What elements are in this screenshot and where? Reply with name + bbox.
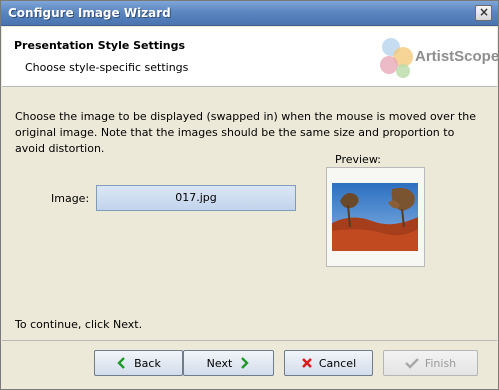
- image-select-button[interactable]: 017.jpg: [96, 185, 296, 211]
- preview-label: Preview:: [335, 153, 381, 166]
- cancel-button-label: Cancel: [318, 356, 357, 370]
- window-title: Configure Image Wizard: [8, 6, 171, 20]
- preview-box: [326, 167, 425, 267]
- next-button[interactable]: Next: [183, 350, 274, 376]
- cancel-button[interactable]: Cancel: [284, 350, 373, 376]
- finish-button-label: Finish: [424, 356, 457, 370]
- gears-logo-icon: [380, 38, 413, 78]
- wizard-window: Configure Image Wizard × Presentation St…: [0, 0, 499, 390]
- title-bar[interactable]: Configure Image Wizard ×: [1, 1, 498, 26]
- preview-image: [332, 183, 418, 251]
- x-cancel-icon: [301, 358, 312, 368]
- chevron-right-icon: [241, 357, 250, 369]
- close-icon: ×: [479, 5, 490, 19]
- next-button-label: Next: [206, 356, 233, 370]
- header-title: Presentation Style Settings: [14, 39, 186, 52]
- image-label: Image:: [51, 192, 90, 205]
- chevron-left-icon: [117, 357, 125, 369]
- finish-button[interactable]: Finish: [383, 350, 478, 376]
- content-area: Choose the image to be displayed (swappe…: [2, 88, 497, 340]
- logo-text: ArtistScope: [415, 48, 499, 65]
- continue-hint: To continue, click Next.: [15, 318, 143, 331]
- back-button-label: Back: [134, 356, 161, 370]
- header-subtitle: Choose style-specific settings: [25, 61, 189, 74]
- checkmark-icon: [404, 358, 419, 369]
- back-button[interactable]: Back: [94, 350, 183, 376]
- description-text: Choose the image to be displayed (swappe…: [15, 110, 477, 155]
- artistscope-logo: ArtistScope: [377, 33, 499, 81]
- footer-divider: [2, 340, 497, 341]
- close-button[interactable]: ×: [475, 5, 492, 21]
- wizard-header: Presentation Style Settings Choose style…: [2, 27, 499, 87]
